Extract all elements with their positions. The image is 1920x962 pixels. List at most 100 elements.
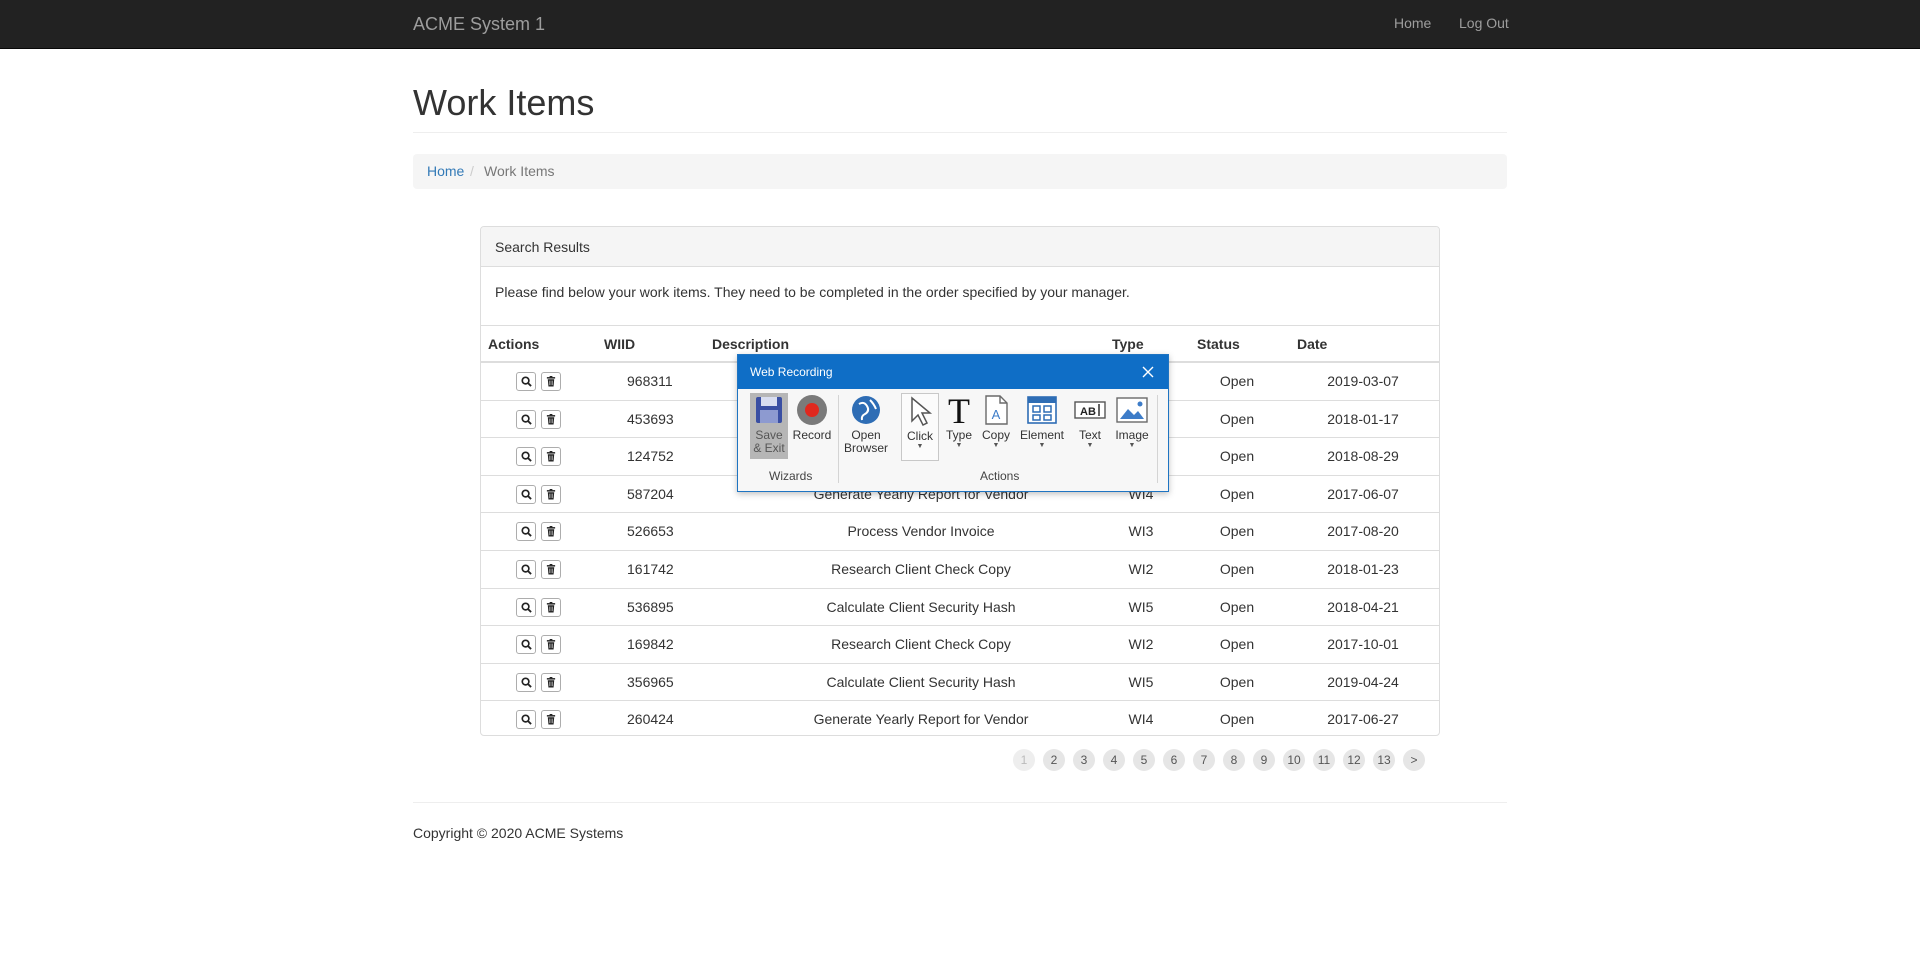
view-button[interactable] — [516, 559, 536, 579]
trash-icon — [546, 714, 556, 725]
brand-name[interactable]: ACME System 1 — [413, 14, 545, 35]
delete-button[interactable] — [541, 372, 561, 391]
copy-label: Copy — [981, 428, 1010, 442]
trash-icon — [546, 451, 556, 462]
header-actions: Actions — [488, 336, 540, 352]
delete-button[interactable] — [541, 710, 561, 730]
trash-icon — [546, 676, 556, 688]
table-row: 169842 Research Client Check Copy WI2 Open 2… — [481, 626, 1439, 664]
globe-icon — [850, 393, 882, 427]
search-icon — [520, 602, 532, 613]
search-icon — [520, 639, 532, 650]
page-button[interactable]: 2 — [1043, 749, 1065, 771]
cell-date: 2017-10-01 — [1327, 636, 1399, 653]
cell-type: WI3 — [1128, 523, 1154, 540]
group-separator — [838, 395, 839, 483]
text-button[interactable]: AB Text ▼ — [1072, 393, 1108, 450]
nav-home-link[interactable]: Home — [1394, 15, 1431, 31]
breadcrumb-current: Work Items — [484, 163, 555, 179]
delete-button[interactable] — [541, 409, 561, 429]
header-description[interactable]: Description — [712, 336, 789, 352]
delete-button[interactable] — [541, 597, 561, 617]
panel-title: Search Results — [495, 239, 590, 255]
cell-wiid: 587204 — [627, 485, 674, 502]
cell-description: Process Vendor Invoice — [847, 523, 995, 540]
view-button[interactable] — [516, 447, 536, 467]
header-status[interactable]: Status — [1197, 336, 1240, 352]
page-button[interactable]: 7 — [1193, 749, 1215, 771]
open-browser-button[interactable]: Open Browser — [842, 393, 890, 455]
delete-button[interactable] — [541, 635, 561, 655]
cell-date: 2018-01-23 — [1327, 560, 1399, 577]
view-button[interactable] — [516, 597, 536, 617]
cell-status: Open — [1219, 448, 1255, 465]
click-button[interactable]: Click ▼ — [901, 393, 939, 461]
group-label-actions: Actions — [980, 469, 1020, 483]
cell-date: 2018-04-21 — [1327, 598, 1399, 615]
cell-date: 2018-08-29 — [1327, 448, 1399, 465]
view-button[interactable] — [516, 484, 536, 504]
page-button[interactable]: 13 — [1373, 749, 1395, 771]
close-icon[interactable] — [1138, 362, 1158, 382]
header-type[interactable]: Type — [1112, 336, 1144, 352]
pagination: 1 2 3 4 5 6 7 8 9 10 11 12 13 > — [1013, 749, 1425, 771]
delete-button[interactable] — [541, 559, 561, 579]
cell-type: WI5 — [1128, 598, 1154, 615]
cell-status: Open — [1219, 373, 1255, 389]
text-label: Text — [1078, 428, 1101, 442]
save-exit-button[interactable]: Save & Exit — [750, 393, 788, 459]
dialog-titlebar[interactable]: Web Recording — [738, 355, 1168, 389]
cell-date: 2018-01-17 — [1327, 410, 1399, 427]
next-page-button[interactable]: > — [1403, 749, 1425, 771]
element-button[interactable]: Element ▼ — [1017, 393, 1067, 450]
cell-description: Calculate Client Security Hash — [826, 598, 1016, 615]
cell-type: WI4 — [1128, 711, 1154, 728]
delete-button[interactable] — [541, 672, 561, 692]
view-button[interactable] — [516, 710, 536, 730]
cell-description: Calculate Client Security Hash — [826, 673, 1016, 690]
panel-heading: Search Results — [481, 227, 1439, 267]
view-button[interactable] — [516, 672, 536, 692]
cell-date: 2017-06-07 — [1327, 485, 1399, 502]
cell-description: Research Client Check Copy — [831, 560, 1011, 577]
page-button[interactable]: 4 — [1103, 749, 1125, 771]
page-button[interactable]: 6 — [1163, 749, 1185, 771]
cell-description: Generate Yearly Report for Vendor — [813, 711, 1029, 728]
delete-button[interactable] — [541, 484, 561, 504]
page-button[interactable]: 3 — [1073, 749, 1095, 771]
search-icon — [520, 714, 532, 726]
type-button[interactable]: T Type ▼ — [941, 393, 977, 450]
nav-logout-link[interactable]: Log Out — [1459, 15, 1509, 31]
cell-status: Open — [1219, 523, 1255, 540]
header-wiid[interactable]: WIID — [604, 336, 635, 352]
view-button[interactable] — [516, 372, 536, 391]
copy-button[interactable]: A Copy ▼ — [978, 393, 1014, 450]
view-button[interactable] — [516, 522, 536, 542]
page-button[interactable]: 8 — [1223, 749, 1245, 771]
delete-button[interactable] — [541, 447, 561, 467]
header-date[interactable]: Date — [1297, 336, 1327, 352]
delete-button[interactable] — [541, 522, 561, 542]
table-row: 536895 Calculate Client Security Hash WI5 O… — [481, 589, 1439, 627]
page-button[interactable]: 12 — [1343, 749, 1365, 771]
trash-icon — [546, 376, 556, 387]
page-button[interactable]: 9 — [1253, 749, 1275, 771]
cell-date: 2019-03-07 — [1327, 373, 1399, 389]
record-button[interactable]: Record — [792, 393, 832, 442]
search-icon — [520, 677, 532, 688]
search-icon — [520, 564, 532, 575]
page-button[interactable]: 5 — [1133, 749, 1155, 771]
cell-status: Open — [1219, 711, 1255, 728]
page-button[interactable]: 11 — [1313, 749, 1335, 771]
view-button[interactable] — [516, 409, 536, 429]
chevron-down-icon: ▼ — [916, 443, 924, 450]
trash-icon — [546, 601, 556, 613]
copyright-text: Copyright © 2020 ACME Systems — [413, 825, 624, 841]
breadcrumb-home-link[interactable]: Home — [427, 163, 464, 179]
page-button[interactable]: 1 — [1013, 749, 1035, 771]
page-button[interactable]: 10 — [1283, 749, 1305, 771]
image-button[interactable]: Image ▼ — [1112, 393, 1152, 450]
table-row: 161742 Research Client Check Copy WI2 Open 2… — [481, 551, 1439, 589]
element-label: Element — [1019, 428, 1065, 442]
view-button[interactable] — [516, 635, 536, 655]
